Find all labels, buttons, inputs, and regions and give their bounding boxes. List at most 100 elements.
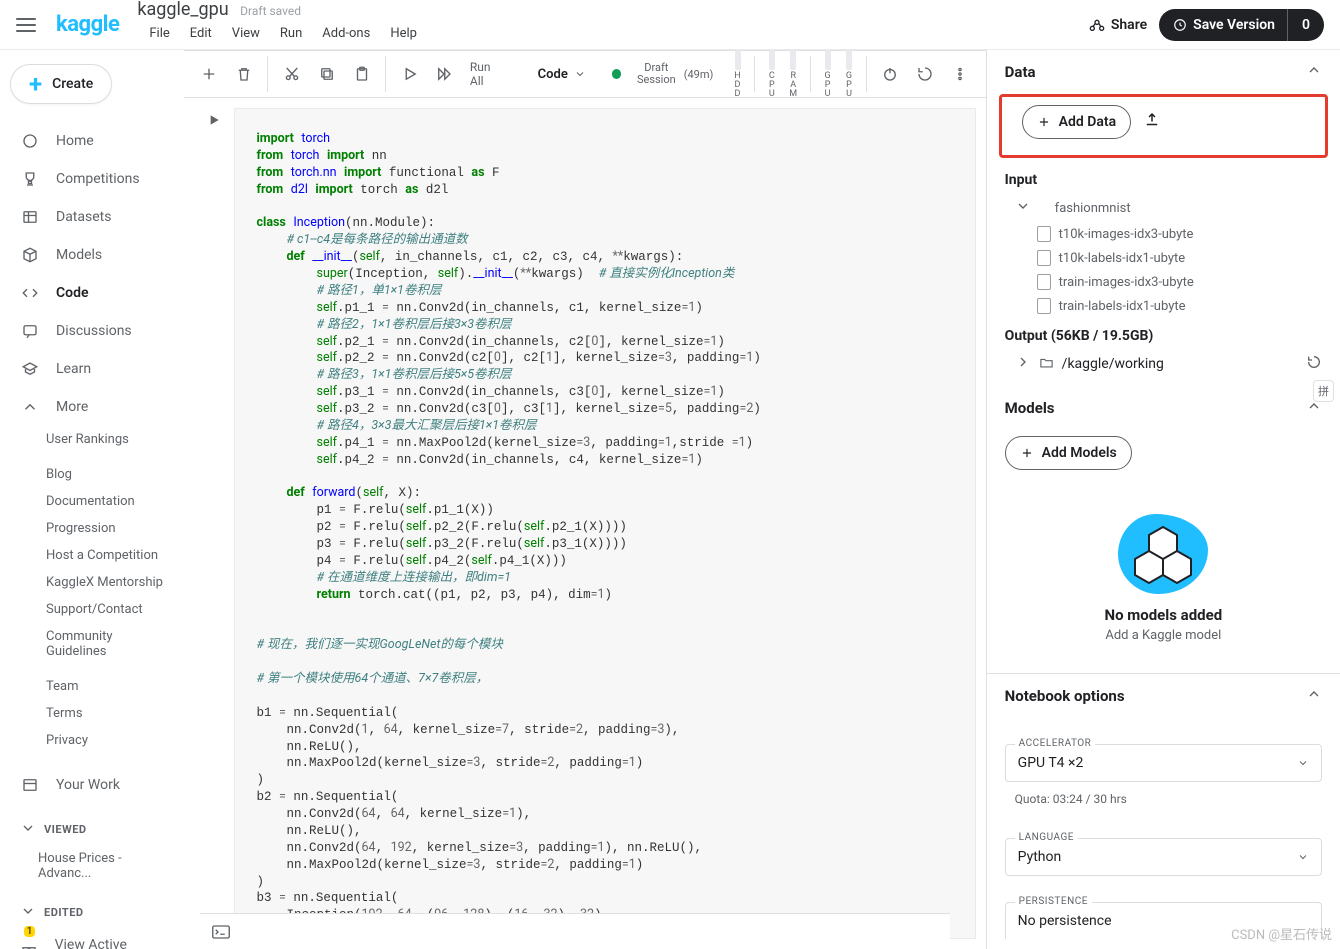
restart-button[interactable] bbox=[910, 58, 941, 90]
output-folder[interactable]: /kaggle/working bbox=[987, 350, 1340, 378]
view-active-events[interactable]: 1 View Active Events bbox=[10, 928, 174, 949]
nav-more[interactable]: More bbox=[10, 388, 174, 426]
chevron-up-icon[interactable] bbox=[1306, 686, 1322, 706]
chat-icon bbox=[20, 321, 40, 341]
add-models-button[interactable]: Add Models bbox=[1005, 436, 1132, 470]
ram-meter[interactable]: RAM bbox=[785, 50, 802, 99]
models-section-header[interactable]: Models bbox=[987, 386, 1340, 430]
share-button[interactable]: Share bbox=[1089, 17, 1147, 33]
highlight-box: Add Data bbox=[999, 94, 1328, 158]
data-section-header[interactable]: Data bbox=[987, 50, 1340, 94]
cubes-icon bbox=[1118, 514, 1208, 594]
kaggle-logo[interactable]: kaggle bbox=[56, 12, 119, 37]
folder-icon bbox=[1039, 355, 1054, 374]
create-button[interactable]: + Create bbox=[10, 64, 112, 104]
events-badge: 1 bbox=[24, 926, 35, 937]
code-cell[interactable]: import torch from torch import nn from t… bbox=[234, 108, 976, 939]
nav-sub[interactable]: Team bbox=[10, 673, 174, 700]
nav-learn[interactable]: Learn bbox=[10, 350, 174, 388]
session-info: DraftSession bbox=[637, 62, 676, 86]
gpu-meter-2[interactable]: GPU bbox=[841, 50, 858, 99]
nav-sub[interactable]: Blog bbox=[10, 461, 174, 488]
nav-sub[interactable]: Community Guidelines bbox=[10, 623, 174, 665]
nav-your-work[interactable]: Your Work bbox=[10, 766, 174, 804]
trophy-icon bbox=[20, 169, 40, 189]
nav-models[interactable]: Models bbox=[10, 236, 174, 274]
upload-button[interactable] bbox=[1143, 111, 1161, 133]
file-item[interactable]: t10k-images-idx3-ubyte bbox=[987, 222, 1340, 246]
nav-sub[interactable]: Progression bbox=[10, 515, 174, 542]
edited-heading[interactable]: EDITED bbox=[10, 887, 174, 928]
menu-help[interactable]: Help bbox=[390, 26, 417, 41]
nav-home[interactable]: Home bbox=[10, 122, 174, 160]
file-icon bbox=[1037, 298, 1051, 314]
add-data-button[interactable]: Add Data bbox=[1022, 105, 1131, 139]
code-icon bbox=[20, 283, 40, 303]
nav-sub[interactable]: User Rankings bbox=[10, 426, 174, 453]
file-icon bbox=[1037, 250, 1051, 266]
version-count: 0 bbox=[1287, 9, 1324, 41]
menu-file[interactable]: File bbox=[149, 26, 169, 41]
plus-icon: + bbox=[29, 75, 42, 93]
delete-cell-button[interactable] bbox=[228, 58, 259, 90]
table-icon bbox=[20, 207, 40, 227]
file-item[interactable]: train-labels-idx1-ubyte bbox=[987, 294, 1340, 318]
run-all-icon[interactable] bbox=[429, 58, 460, 90]
editor[interactable]: import torch from torch import nn from t… bbox=[184, 98, 986, 949]
nav-sub[interactable]: Terms bbox=[10, 700, 174, 727]
gpu-meter[interactable]: GPU bbox=[819, 50, 836, 99]
copy-button[interactable] bbox=[311, 58, 342, 90]
file-item[interactable]: train-images-idx3-ubyte bbox=[987, 270, 1340, 294]
add-kaggle-model-link[interactable]: Add a Kaggle model bbox=[1105, 628, 1221, 643]
ime-badge[interactable]: 拼 bbox=[1313, 380, 1334, 402]
main-area: Run All Code DraftSession (49m) HDD CPU … bbox=[184, 50, 986, 949]
viewed-heading[interactable]: VIEWED bbox=[10, 804, 174, 845]
nav-discussions[interactable]: Discussions bbox=[10, 312, 174, 350]
options-section-header[interactable]: Notebook options bbox=[987, 674, 1340, 718]
nav-sub[interactable]: Host a Competition bbox=[10, 542, 174, 569]
language-label: LANGUAGE bbox=[1015, 832, 1078, 843]
grad-icon bbox=[20, 359, 40, 379]
sidebar: + Create Home Competitions Datasets Mode… bbox=[0, 50, 184, 949]
save-version-button[interactable]: Save Version 0 bbox=[1159, 9, 1324, 41]
nav-sub[interactable]: Support/Contact bbox=[10, 596, 174, 623]
language-select[interactable]: Python bbox=[1005, 838, 1322, 876]
menu-edit[interactable]: Edit bbox=[190, 26, 212, 41]
run-cell-button[interactable] bbox=[206, 112, 222, 132]
cell-type-dropdown[interactable]: Code bbox=[528, 63, 596, 86]
nav-sub[interactable]: Documentation bbox=[10, 488, 174, 515]
home-icon bbox=[20, 131, 40, 151]
hamburger-icon[interactable] bbox=[16, 18, 36, 32]
topbar: kaggle kaggle_gpu Draft saved File Edit … bbox=[0, 0, 1340, 50]
power-button[interactable] bbox=[875, 58, 906, 90]
nav-code[interactable]: Code bbox=[10, 274, 174, 312]
menu-view[interactable]: View bbox=[232, 26, 260, 41]
paste-button[interactable] bbox=[346, 58, 377, 90]
add-cell-button[interactable] bbox=[194, 58, 225, 90]
output-heading: Output (56KB / 19.5GB) bbox=[987, 318, 1340, 350]
draft-status: Draft saved bbox=[240, 4, 301, 18]
menu-addons[interactable]: Add-ons bbox=[322, 26, 370, 41]
nav-competitions[interactable]: Competitions bbox=[10, 160, 174, 198]
file-item[interactable]: t10k-labels-idx1-ubyte bbox=[987, 246, 1340, 270]
notebook-title[interactable]: kaggle_gpu bbox=[137, 0, 228, 20]
nav-sub[interactable]: Privacy bbox=[10, 727, 174, 754]
menu-run[interactable]: Run bbox=[280, 26, 302, 41]
nav-sub[interactable]: KaggleX Mentorship bbox=[10, 569, 174, 596]
session-mins: (49m) bbox=[684, 68, 714, 81]
viewed-item[interactable]: House Prices - Advanc... bbox=[10, 845, 174, 887]
cpu-meter[interactable]: CPU bbox=[763, 50, 780, 99]
kernel-status-icon bbox=[612, 69, 622, 79]
refresh-icon[interactable] bbox=[1306, 354, 1322, 374]
console-toggle[interactable] bbox=[200, 913, 950, 949]
accelerator-select[interactable]: GPU T4 ×2 bbox=[1005, 744, 1322, 782]
run-all-button[interactable]: Run All bbox=[464, 60, 512, 88]
chevron-up-icon[interactable] bbox=[1306, 62, 1322, 82]
cut-button[interactable] bbox=[276, 58, 307, 90]
hdd-meter[interactable]: HDD bbox=[729, 50, 746, 99]
file-icon bbox=[1037, 274, 1051, 290]
nav-datasets[interactable]: Datasets bbox=[10, 198, 174, 236]
input-folder[interactable]: fashionmnist bbox=[987, 194, 1340, 222]
run-button[interactable] bbox=[394, 58, 425, 90]
more-button[interactable] bbox=[945, 58, 976, 90]
